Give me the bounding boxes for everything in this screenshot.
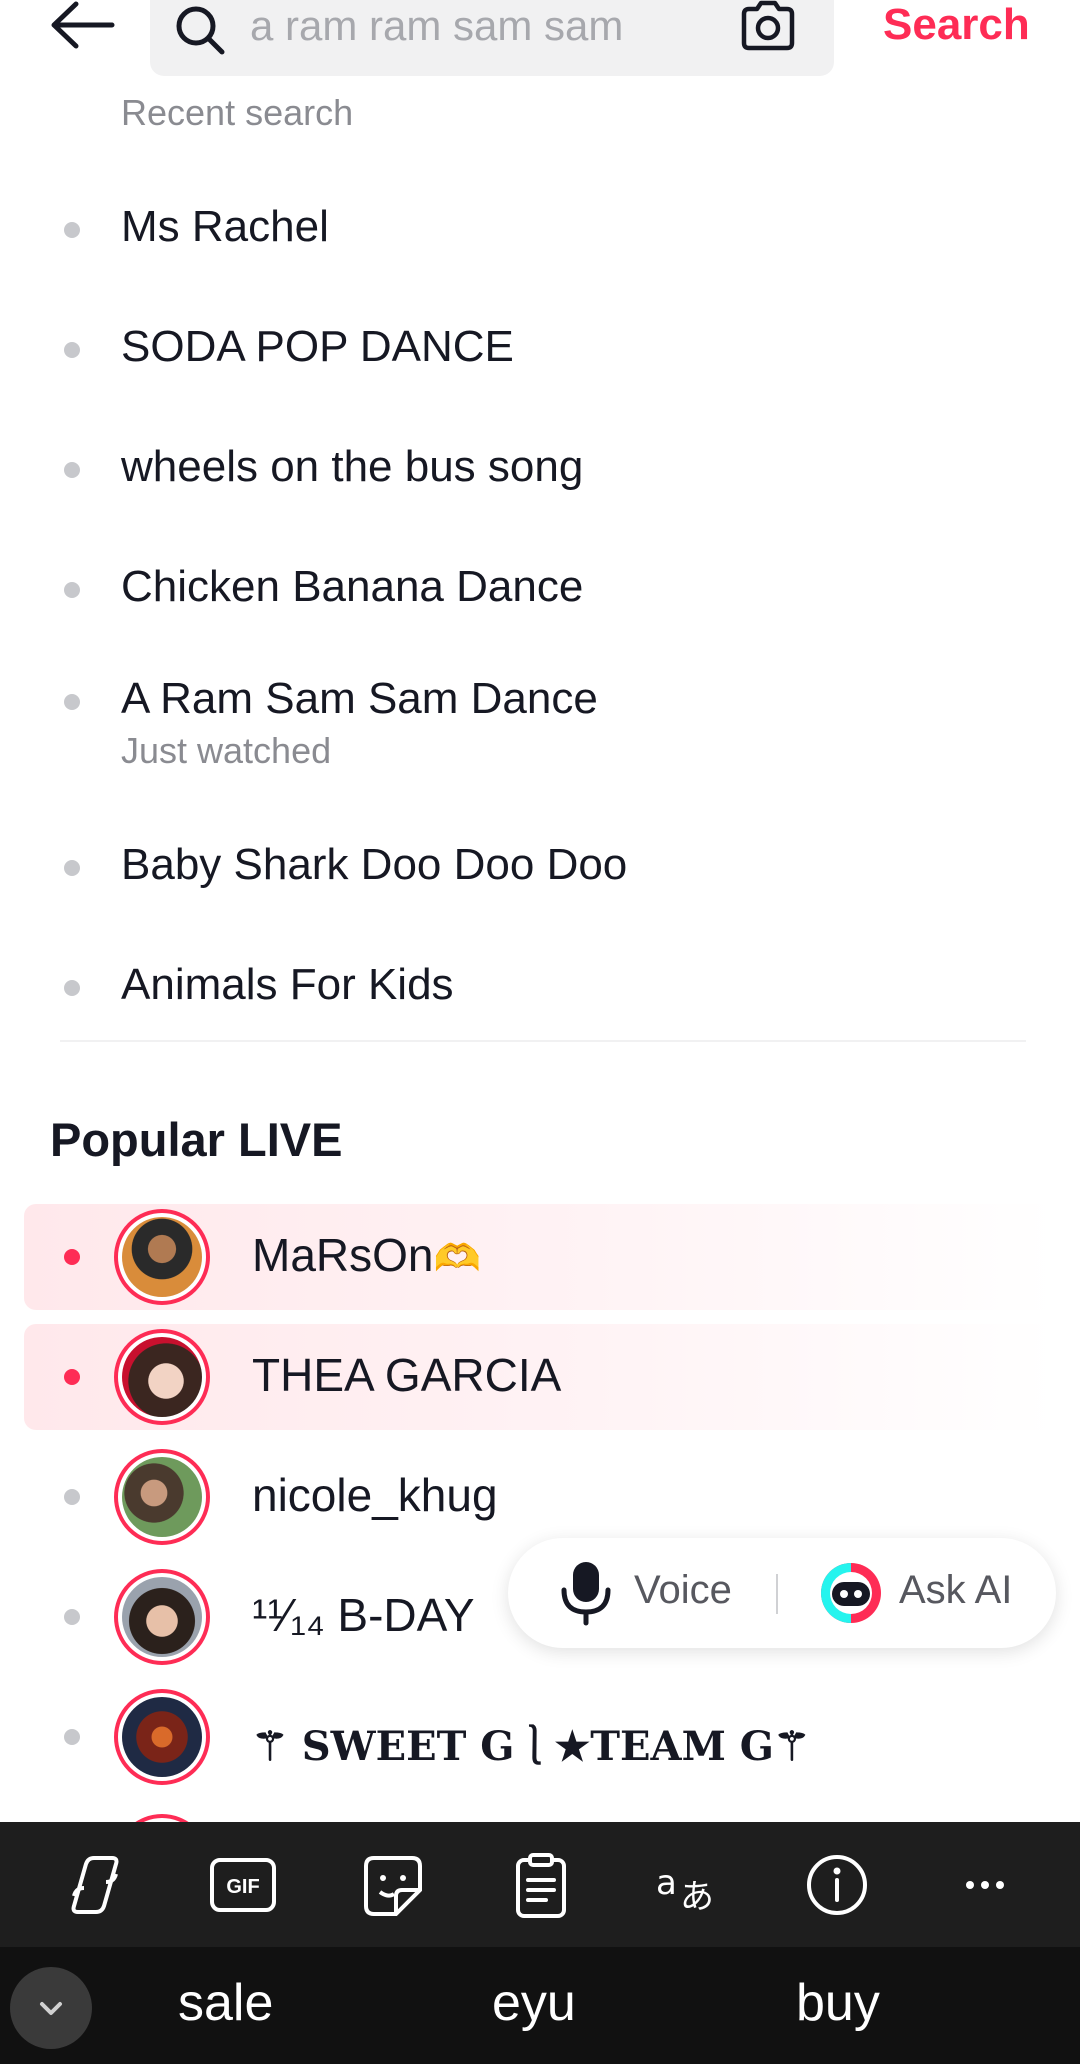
live-row[interactable]: ⚚ SWEET G⎱★TEAM G⚚: [24, 1684, 1056, 1790]
recent-search-text: Chicken Banana Dance: [121, 562, 584, 611]
collapse-keyboard-button[interactable]: [10, 1967, 92, 2049]
bullet-icon: [64, 1609, 80, 1625]
voice-button[interactable]: Voice: [634, 1568, 732, 1613]
avatar[interactable]: [114, 1449, 210, 1545]
bullet-icon: [64, 980, 80, 996]
recent-search-text: Animals For Kids: [121, 960, 454, 1009]
live-row[interactable]: MaRsOn🫶: [24, 1204, 1056, 1310]
recent-search-item[interactable]: Animals For Kids: [0, 954, 1080, 1034]
avatar[interactable]: [114, 1689, 210, 1785]
live-username: nicole_khug: [252, 1469, 498, 1521]
chevron-down-icon: [40, 2002, 62, 2015]
live-row[interactable]: nicole_khug: [24, 1444, 1056, 1550]
more-icon[interactable]: [950, 1852, 1020, 1918]
bullet-icon: [64, 694, 80, 710]
live-indicator-icon: [64, 1369, 80, 1385]
search-input[interactable]: a ram ram sam sam: [150, 0, 834, 76]
clipboard-icon[interactable]: [506, 1852, 576, 1918]
recent-search-label: Recent search: [121, 92, 354, 133]
recent-search-item[interactable]: Baby Shark Doo Doo Doo: [0, 834, 1080, 914]
recent-search-item[interactable]: Ms Rachel: [0, 196, 1080, 276]
username-text: MaRsOn: [252, 1229, 434, 1281]
avatar[interactable]: [114, 1209, 210, 1305]
live-username: ¹¹⁄₁₄ B-DAY: [252, 1589, 475, 1641]
recent-search-item[interactable]: Chicken Banana Dance: [0, 556, 1080, 636]
live-username: ⚚ SWEET G⎱★TEAM G⚚: [252, 1723, 810, 1770]
recent-search-subtitle: Just watched: [121, 730, 332, 771]
ask-ai-icon[interactable]: [818, 1560, 884, 1626]
live-row[interactable]: THEA GARCIA: [24, 1324, 1056, 1430]
recent-search-text: A Ram Sam Sam Dance: [121, 674, 598, 723]
voice-ask-ai-pill: Voice Ask AI: [508, 1538, 1056, 1648]
microphone-icon[interactable]: [558, 1560, 614, 1626]
recent-search-item[interactable]: A Ram Sam Sam Dance Just watched: [0, 668, 1080, 778]
bullet-icon: [64, 1729, 80, 1745]
search-button[interactable]: Search: [883, 0, 1030, 50]
bullet-icon: [64, 342, 80, 358]
live-username: THEA GARCIA: [252, 1349, 562, 1401]
search-icon: [172, 2, 228, 58]
heart-hands-icon: 🫶: [433, 1238, 481, 1280]
suggestion-word[interactable]: sale: [178, 1973, 273, 2033]
bullet-icon: [64, 860, 80, 876]
suggestion-word[interactable]: eyu: [492, 1973, 576, 2033]
pill-separator: [776, 1574, 778, 1614]
info-icon[interactable]: [802, 1852, 872, 1918]
recent-search-text: Ms Rachel: [121, 202, 329, 251]
sticker-icon[interactable]: [358, 1852, 428, 1918]
keyboard-suggestion-bar: sale eyu buy: [0, 1947, 1080, 2064]
bullet-icon: [64, 462, 80, 478]
live-indicator-icon: [64, 1249, 80, 1265]
gif-icon[interactable]: GIF: [208, 1852, 278, 1918]
keyboard-toolbar: GIF a あ: [0, 1822, 1080, 1947]
bullet-icon: [64, 222, 80, 238]
section-divider: [60, 1040, 1026, 1042]
svg-text:a: a: [656, 1863, 677, 1903]
svg-text:あ: あ: [680, 1877, 714, 1917]
copilot-icon[interactable]: [60, 1852, 130, 1918]
live-username: MaRsOn🫶: [252, 1228, 481, 1282]
live-row[interactable]: [24, 1804, 1056, 1824]
recent-search-text: SODA POP DANCE: [121, 322, 514, 371]
recent-search-item[interactable]: SODA POP DANCE: [0, 316, 1080, 396]
back-arrow-icon[interactable]: [48, 0, 118, 50]
recent-search-text: wheels on the bus song: [121, 442, 584, 491]
avatar[interactable]: [114, 1329, 210, 1425]
avatar[interactable]: [114, 1569, 210, 1665]
translate-icon[interactable]: a あ: [654, 1852, 724, 1918]
bullet-icon: [64, 582, 80, 598]
recent-search-text: Baby Shark Doo Doo Doo: [121, 840, 628, 889]
search-header: a ram ram sam sam Search: [0, 0, 1080, 90]
search-query-text[interactable]: a ram ram sam sam: [250, 2, 623, 50]
ask-ai-button[interactable]: Ask AI: [899, 1568, 1012, 1613]
suggestion-word[interactable]: buy: [796, 1973, 880, 2033]
camera-icon[interactable]: [738, 0, 798, 52]
svg-text:GIF: GIF: [226, 1876, 259, 1898]
bullet-icon: [64, 1489, 80, 1505]
popular-live-title: Popular LIVE: [50, 1113, 343, 1166]
recent-search-item[interactable]: wheels on the bus song: [0, 436, 1080, 516]
